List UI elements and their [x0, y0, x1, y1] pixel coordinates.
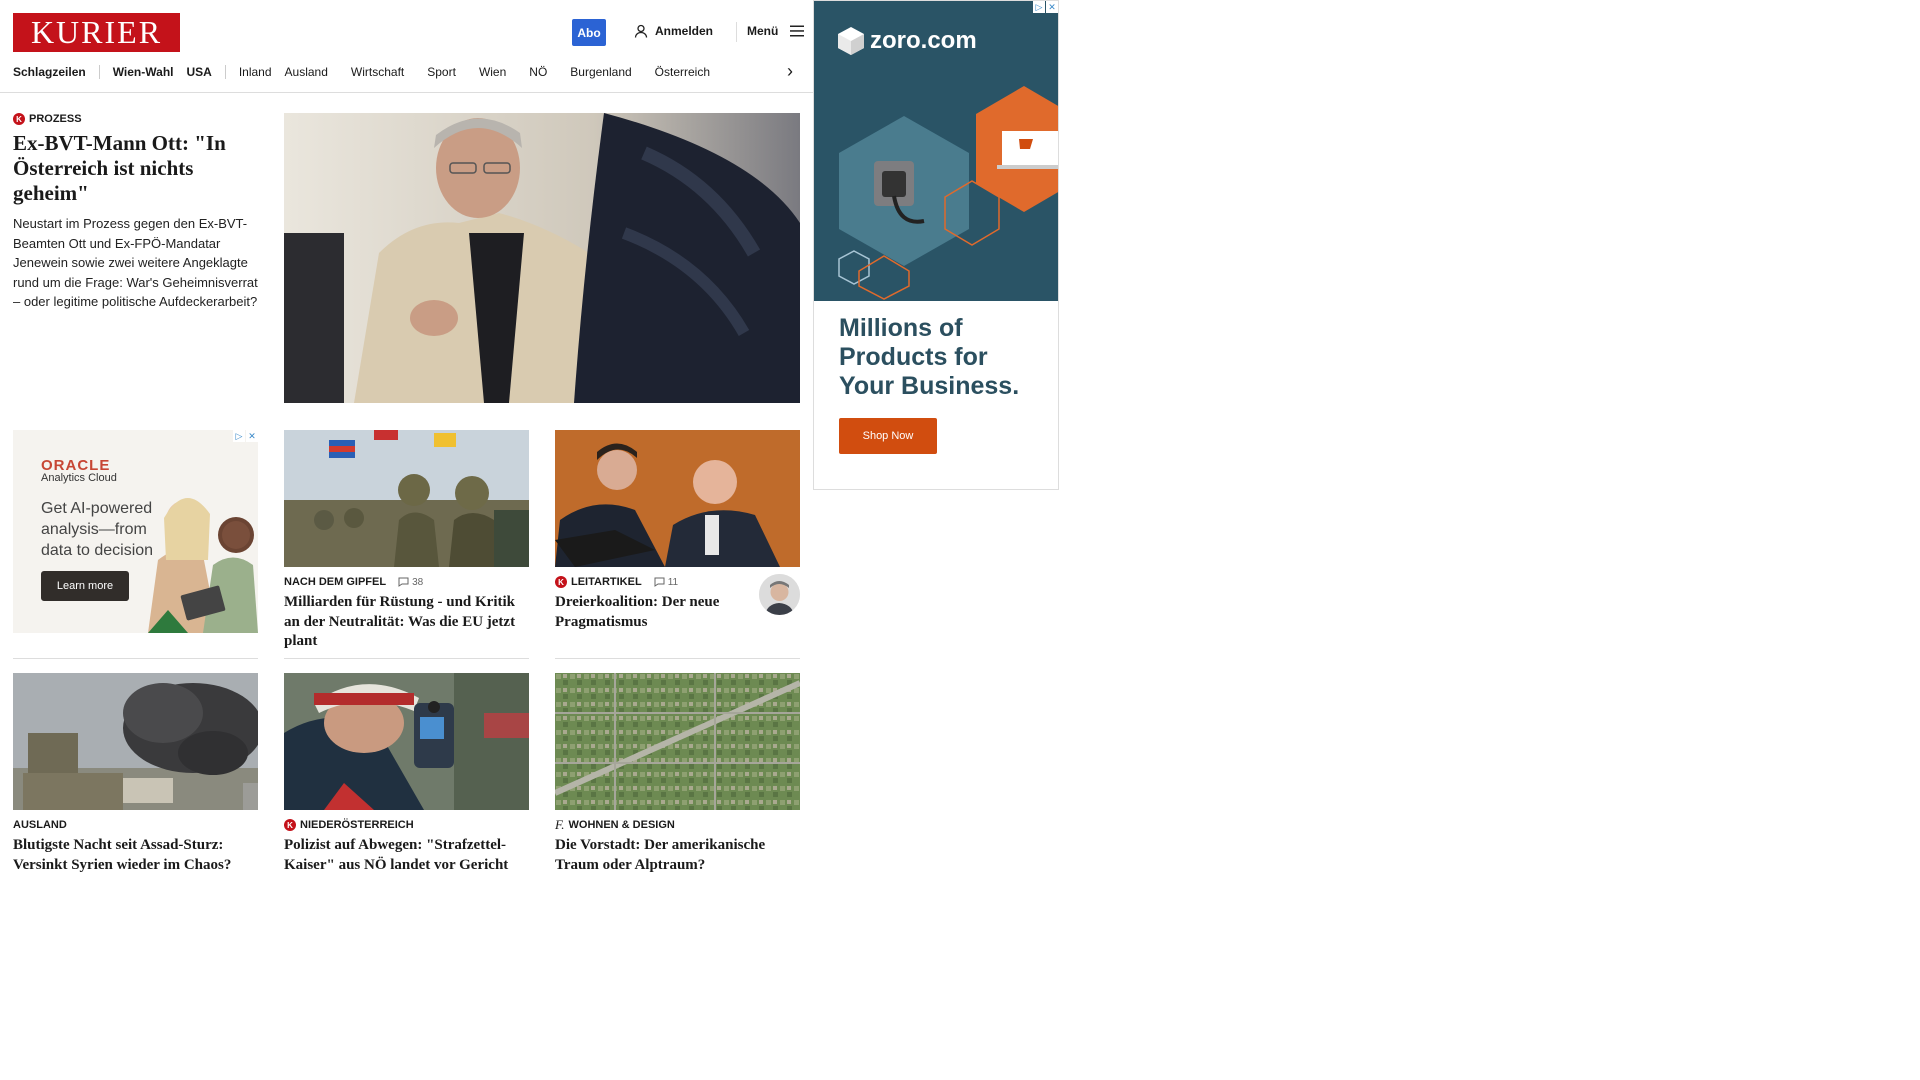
- article-headline[interactable]: Dreierkoalition: Der neue Pragmatismus: [555, 593, 745, 632]
- article-tile[interactable]: f. WOHNEN & DESIGN Die Vorstadt: Der ame…: [555, 673, 800, 875]
- article-kicker-label: LEITARTIKEL: [571, 576, 642, 588]
- row-divider: [555, 658, 800, 659]
- kurier-plus-icon: K: [284, 819, 296, 831]
- oracle-learn-more-button[interactable]: Learn more: [41, 571, 129, 601]
- kurier-plus-icon: K: [555, 576, 567, 588]
- nav-item[interactable]: Wien: [479, 65, 506, 79]
- comment-icon: [398, 577, 409, 587]
- kurier-logo[interactable]: KURIER: [13, 13, 180, 52]
- article-image[interactable]: [555, 430, 800, 567]
- kurier-plus-icon: K: [13, 113, 25, 125]
- login-button[interactable]: Anmelden: [634, 24, 713, 38]
- nav-item[interactable]: Schlagzeilen: [13, 65, 86, 79]
- nav-item[interactable]: Wirtschaft: [351, 65, 404, 79]
- article-kicker: K NIEDERÖSTERREICH: [284, 818, 529, 832]
- article-headline[interactable]: Die Vorstadt: Der amerikanische Traum od…: [555, 836, 800, 875]
- adchoices-icon[interactable]: ▷: [1033, 1, 1045, 13]
- comment-count[interactable]: 11: [654, 577, 678, 588]
- article-kicker-label: WOHNEN & DESIGN: [568, 819, 675, 831]
- nav-item[interactable]: Ausland: [285, 65, 328, 79]
- article-headline[interactable]: Blutigste Nacht seit Assad-Sturz: Versin…: [13, 836, 258, 875]
- adchoices-icon[interactable]: ▷: [233, 430, 245, 442]
- zoro-shop-now-button[interactable]: Shop Now: [839, 418, 937, 454]
- article-kicker: NACH DEM GIPFEL 38: [284, 575, 529, 589]
- zoro-logo: zoro.com: [838, 27, 977, 55]
- chevron-right-icon[interactable]: ›: [787, 62, 793, 80]
- article-kicker-label: NIEDERÖSTERREICH: [300, 819, 414, 831]
- menu-label: Menü: [747, 24, 779, 38]
- abo-button[interactable]: Abo: [572, 19, 606, 46]
- nav-item[interactable]: Sport: [427, 65, 456, 79]
- hero-kicker: K PROZESS: [13, 112, 258, 126]
- site-header: KURIER Abo Anmelden Menü Schlagzeilen Wie…: [0, 0, 813, 93]
- ad-choices[interactable]: ▷ ✕: [233, 430, 258, 442]
- hamburger-icon: [790, 25, 805, 37]
- article-kicker: f. WOHNEN & DESIGN: [555, 817, 800, 832]
- hero-image[interactable]: [284, 113, 800, 403]
- hero-teaser: Neustart im Prozess gegen den Ex-BVT-Bea…: [13, 216, 258, 310]
- zoro-headline: Millions of Products for Your Business.: [839, 314, 1020, 400]
- close-icon[interactable]: ✕: [1046, 1, 1058, 13]
- hero-headline[interactable]: Ex-BVT-Mann Ott: "In Österreich ist nich…: [13, 131, 258, 206]
- article-tile[interactable]: NACH DEM GIPFEL 38 Milliarden für Rüstun…: [284, 430, 529, 652]
- close-icon[interactable]: ✕: [246, 430, 258, 442]
- article-tile[interactable]: AUSLAND Blutigste Nacht seit Assad-Sturz…: [13, 673, 258, 875]
- article-kicker-label: NACH DEM GIPFEL: [284, 576, 387, 588]
- article-kicker: AUSLAND: [13, 818, 258, 832]
- section-nav: Schlagzeilen Wien-Wahl USA Inland Ausland Wir…: [13, 63, 710, 81]
- zoro-cube-icon: [838, 27, 864, 55]
- comment-count-value: 11: [667, 576, 679, 588]
- zoro-ad[interactable]: zoro.com Millions of Products for Your B…: [813, 0, 1059, 490]
- design-f-icon: f.: [555, 817, 565, 832]
- header-divider: [736, 22, 737, 42]
- comment-count[interactable]: 38: [398, 577, 423, 588]
- nav-separator: [224, 65, 226, 79]
- author-avatar: [759, 574, 800, 615]
- nav-item[interactable]: Burgenland: [570, 65, 631, 79]
- menu-button[interactable]: Menü: [747, 24, 805, 38]
- article-headline[interactable]: Milliarden für Rüstung - und Kritik an d…: [284, 593, 529, 652]
- article-image[interactable]: [284, 430, 529, 567]
- article-headline[interactable]: Polizist auf Abwegen: "Strafzettel-Kaise…: [284, 836, 529, 875]
- oracle-ad[interactable]: ORACLE Analytics Cloud Get AI-powered an…: [13, 430, 258, 633]
- nav-item[interactable]: Österreich: [655, 65, 710, 79]
- login-label: Anmelden: [655, 24, 714, 38]
- user-icon: [634, 24, 648, 38]
- nav-separator: [98, 65, 100, 79]
- comment-icon: [654, 577, 665, 587]
- article-tile[interactable]: K NIEDERÖSTERREICH Polizist auf Abwegen:…: [284, 673, 529, 875]
- article-image[interactable]: [13, 673, 258, 810]
- article-image[interactable]: [555, 673, 800, 810]
- oracle-subtitle: Analytics Cloud: [41, 472, 117, 484]
- row-divider: [284, 658, 529, 659]
- oracle-ad-photo: [148, 497, 258, 633]
- nav-item[interactable]: Inland: [239, 65, 272, 79]
- hero-kicker-label: PROZESS: [29, 113, 82, 125]
- nav-item[interactable]: NÖ: [529, 65, 547, 79]
- article-image[interactable]: [284, 673, 529, 810]
- article-kicker-label: AUSLAND: [13, 819, 67, 831]
- ad-choices[interactable]: ▷ ✕: [1033, 1, 1058, 13]
- hero-article-text: K PROZESS Ex-BVT-Mann Ott: "In Österreic…: [13, 112, 258, 312]
- comment-count-value: 38: [412, 576, 424, 588]
- row-divider: [13, 658, 258, 659]
- nav-item[interactable]: Wien-Wahl: [113, 65, 174, 79]
- zoro-brand: zoro.com: [870, 27, 977, 54]
- nav-item[interactable]: USA: [186, 65, 211, 79]
